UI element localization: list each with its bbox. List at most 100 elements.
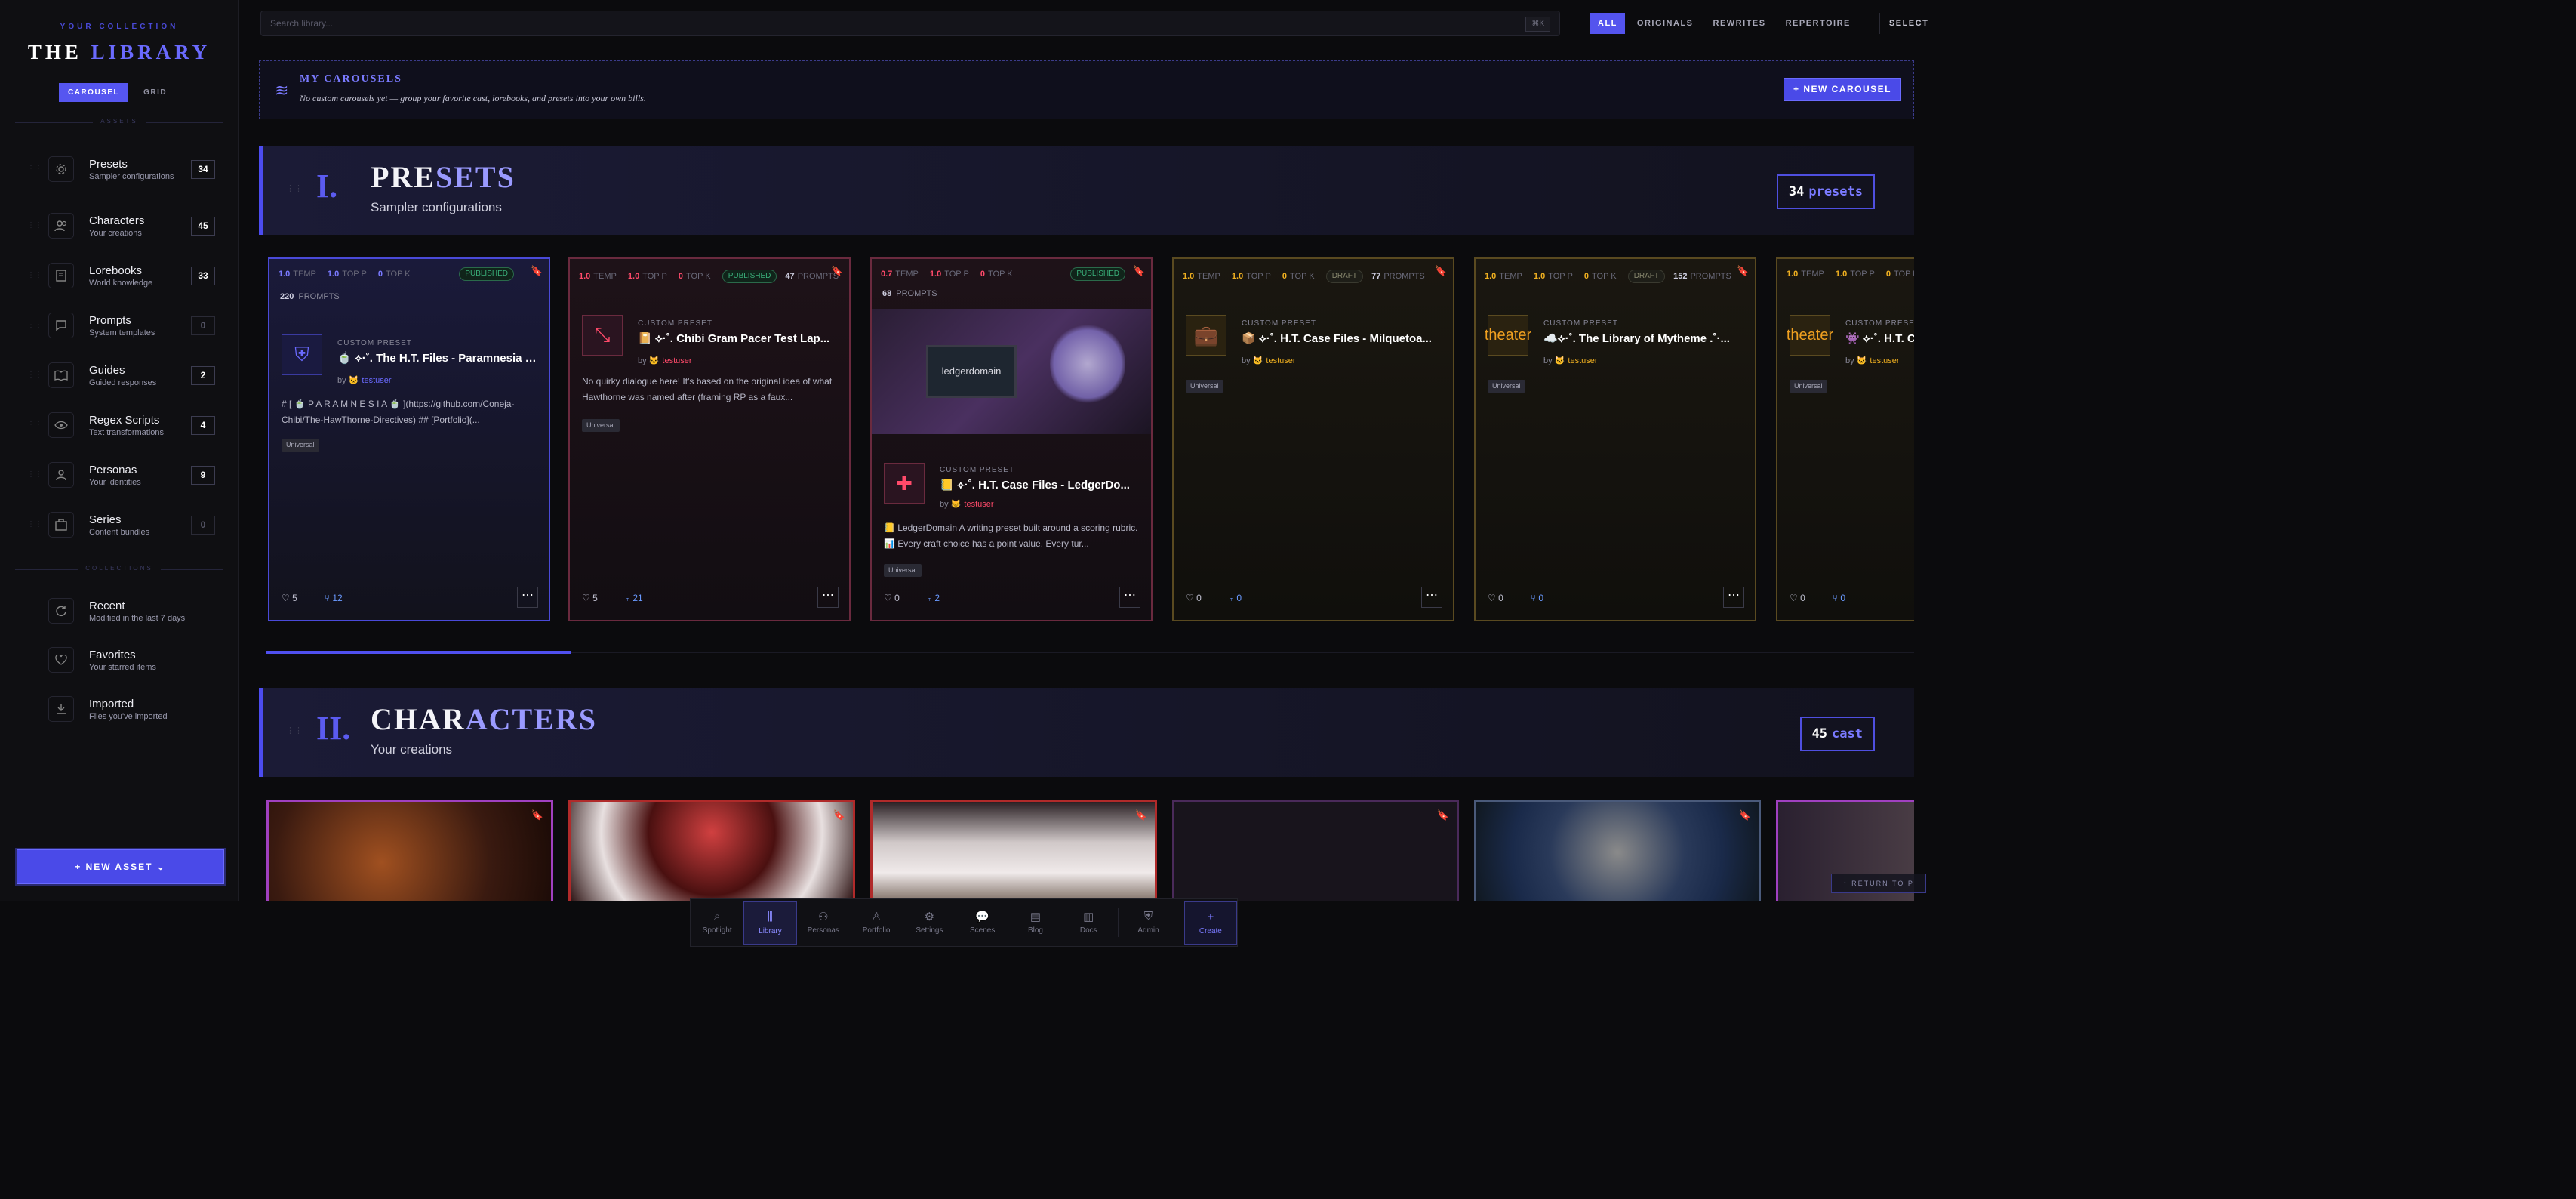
likes[interactable]: ♡ 0 [1790, 593, 1819, 603]
bookmark-icon[interactable]: 🔖 [1135, 809, 1147, 821]
filter-repertoire[interactable]: REPERTOIRE [1778, 13, 1858, 34]
drag-handle-icon[interactable]: ⋮⋮ [27, 421, 42, 430]
preset-card[interactable]: 1.0 TEMP 1.0 TOP P 0 TOP K PUBLISHED 47 PROM… [568, 257, 851, 621]
drag-handle-icon[interactable]: ⋮⋮ [27, 371, 42, 380]
dock-create[interactable]: + Create [1183, 901, 1238, 945]
preset-card[interactable]: 0.7 TEMP 1.0 TOP P 0 TOP K PUBLISHED 🔖 68 PR… [870, 257, 1153, 621]
person-icon: ♙ [871, 911, 882, 923]
forks[interactable]: ⑂ 0 [1833, 593, 1859, 603]
sidebar-item-title: Personas [89, 463, 137, 476]
count-badge: 9 [191, 466, 215, 485]
preset-card[interactable]: 1.0 TEMP 1.0 TOP P 0 TOP K PUBLISHED 🔖 220 P… [268, 257, 550, 621]
forks[interactable]: ⑂ 21 [625, 593, 657, 603]
more-options-button[interactable]: ⋯ [1119, 587, 1140, 608]
author-name[interactable]: testuser [1870, 356, 1899, 365]
author-name[interactable]: testuser [662, 356, 691, 365]
dock-blog[interactable]: ▤ Blog [1009, 901, 1062, 945]
character-card[interactable]: 🔖 [568, 800, 855, 901]
character-card[interactable]: 🔖 [266, 800, 553, 901]
card-title[interactable]: 📦 ⟡·˚. H.T. Case Files - Milquetoa... [1242, 331, 1442, 345]
sidebar-item-imported[interactable]: Imported Files you've imported [30, 688, 219, 730]
dock-scenes[interactable]: 💬 Scenes [956, 901, 1009, 945]
bookmark-icon[interactable]: 🔖 [831, 265, 843, 279]
dock-admin[interactable]: ⛨ Admin [1122, 901, 1174, 945]
more-options-button[interactable]: ⋯ [817, 587, 839, 608]
view-grid-button[interactable]: GRID [134, 83, 176, 102]
preset-card[interactable]: 1.0 TEMP 1.0 TOP P 0 TOP K DRAFT 77 PROMPTS … [1172, 257, 1454, 621]
likes[interactable]: ♡ 5 [582, 593, 611, 603]
carousel-progress-fill [266, 651, 571, 654]
bookmark-icon[interactable]: 🔖 [1435, 265, 1447, 279]
sidebar-item-favorites[interactable]: Favorites Your starred items [30, 639, 219, 681]
drag-handle-icon[interactable]: ⋮⋮ [27, 321, 42, 330]
filter-originals[interactable]: ORIGINALS [1630, 13, 1701, 34]
preset-card[interactable]: 1.0TEMP 1.0TOP P 0TOP K theater CUSTOM P… [1776, 257, 1914, 621]
sidebar-item-guides[interactable]: ⋮⋮ Guides Guided responses 2 [27, 354, 219, 396]
filter-all[interactable]: ALL [1590, 13, 1625, 34]
dock-portfolio[interactable]: ♙ Portfolio [850, 901, 903, 945]
sidebar-item-prompts[interactable]: ⋮⋮ Prompts System templates 0 [27, 304, 219, 347]
dock-library[interactable]: ⫼ Library [743, 901, 797, 945]
author-name[interactable]: testuser [1568, 356, 1597, 365]
filter-rewrites[interactable]: REWRITES [1706, 13, 1774, 34]
forks[interactable]: ⑂ 2 [927, 593, 953, 603]
likes[interactable]: ♡ 0 [884, 593, 913, 603]
new-asset-button[interactable]: + NEW ASSET ⌄ [17, 849, 224, 884]
likes[interactable]: ♡ 0 [1186, 593, 1215, 603]
sidebar-item-series[interactable]: ⋮⋮ Series Content bundles 0 [27, 504, 219, 546]
dock-settings[interactable]: ⚙ Settings [903, 901, 956, 945]
sidebar-item-regex-scripts[interactable]: ⋮⋮ Regex Scripts Text transformations 4 [27, 404, 219, 446]
drag-handle-icon[interactable]: ⋮⋮ [27, 520, 42, 529]
bookmark-icon[interactable]: 🔖 [531, 809, 543, 821]
author-name[interactable]: testuser [362, 376, 391, 385]
carousel-progress-track[interactable] [266, 651, 1914, 654]
forks[interactable]: ⑂ 0 [1229, 593, 1255, 603]
card-title[interactable]: 🍵 ⟡·˚. The H.T. Files - Paramnesia 🍵 [337, 351, 538, 365]
author-avatar-icon: 🐱 [348, 376, 359, 385]
drag-handle-icon[interactable]: ⋮⋮ [27, 221, 42, 230]
forks[interactable]: ⑂ 0 [1531, 593, 1557, 603]
likes[interactable]: ♡ 0 [1488, 593, 1517, 603]
sidebar-item-characters[interactable]: ⋮⋮ Characters Your creations 45 [27, 205, 219, 247]
bookmark-icon[interactable]: 🔖 [1133, 265, 1145, 279]
stat-label: TOP K [988, 270, 1013, 279]
drag-handle-icon[interactable]: ⋮⋮ [27, 165, 42, 174]
card-title[interactable]: 📒 ⟡·˚. H.T. Case Files - LedgerDo... [940, 478, 1140, 492]
drag-handle-icon[interactable]: ⋮⋮ [286, 726, 303, 735]
view-carousel-button[interactable]: CAROUSEL [59, 83, 129, 102]
return-to-top-button[interactable]: ↑ RETURN TO P [1831, 874, 1926, 893]
drag-handle-icon[interactable]: ⋮⋮ [286, 183, 303, 193]
more-options-button[interactable]: ⋯ [1421, 587, 1442, 608]
dock-docs[interactable]: ▥ Docs [1062, 901, 1115, 945]
bookmark-icon[interactable]: 🔖 [1737, 265, 1749, 279]
author-name[interactable]: testuser [964, 500, 993, 509]
character-card[interactable]: 🔖 [1172, 800, 1459, 901]
character-card[interactable]: 🔖 [870, 800, 1157, 901]
sidebar-item-presets[interactable]: ⋮⋮ Presets Sampler configurations 34 [27, 148, 219, 190]
bookmark-icon[interactable]: 🔖 [1739, 809, 1751, 821]
bookmark-icon[interactable]: 🔖 [833, 809, 845, 821]
preset-card[interactable]: 1.0 TEMP 1.0 TOP P 0 TOP K DRAFT 152 PROMPTS… [1474, 257, 1756, 621]
character-card[interactable]: 🔖 [1474, 800, 1761, 901]
bookmark-icon[interactable]: 🔖 [531, 265, 543, 279]
more-options-button[interactable]: ⋯ [517, 587, 538, 608]
card-title[interactable]: ☁️⟡·˚. The Library of Mytheme .˚·... [1543, 331, 1744, 345]
forks[interactable]: ⑂ 12 [325, 593, 356, 603]
card-title[interactable]: 📔 ⟡·˚. Chibi Gram Pacer Test Lap... [638, 331, 839, 345]
sidebar-item-lorebooks[interactable]: ⋮⋮ Lorebooks World knowledge 33 [27, 254, 219, 297]
bookmark-icon[interactable]: 🔖 [1437, 809, 1449, 821]
card-title[interactable]: 👾 ⟡·˚. H.T. C... [1845, 331, 1914, 345]
sidebar-item-recent[interactable]: Recent Modified in the last 7 days [30, 590, 219, 632]
likes[interactable]: ♡ 5 [282, 593, 311, 603]
dock-spotlight[interactable]: ⌕ Spotlight [691, 901, 743, 945]
new-carousel-button[interactable]: + NEW CAROUSEL [1783, 78, 1901, 101]
sidebar-item-personas[interactable]: ⋮⋮ Personas Your identities 9 [27, 454, 219, 496]
dock-personas[interactable]: ⚇ Personas [797, 901, 850, 945]
more-options-button[interactable]: ⋯ [1723, 587, 1744, 608]
dock-label: Docs [1079, 926, 1097, 935]
select-button[interactable]: SELECT [1879, 13, 1937, 34]
drag-handle-icon[interactable]: ⋮⋮ [27, 271, 42, 280]
search-input[interactable] [261, 11, 1469, 35]
drag-handle-icon[interactable]: ⋮⋮ [27, 470, 42, 479]
author-name[interactable]: testuser [1266, 356, 1295, 365]
